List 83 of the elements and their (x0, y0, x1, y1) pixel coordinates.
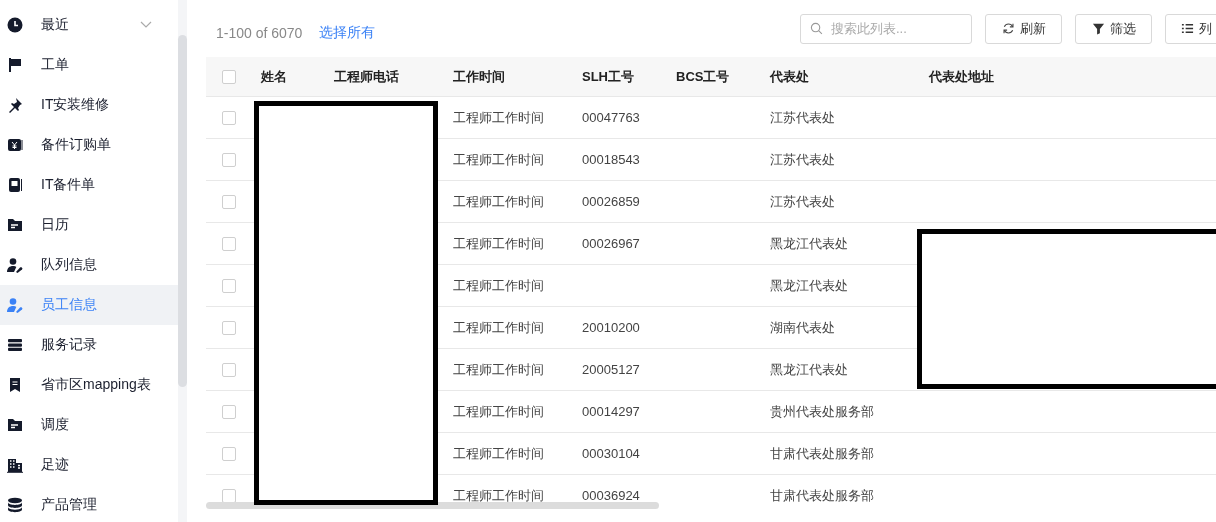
column-header[interactable]: 姓名 (250, 57, 323, 96)
row-checkbox[interactable] (222, 194, 236, 209)
table-cell: 工程师工作时间 (453, 150, 544, 169)
table-cell: 湖南代表处 (770, 318, 835, 337)
sidebar-item[interactable]: 队列信息 (0, 245, 178, 285)
table-cell: 黑龙江代表处 (770, 276, 848, 295)
select-all-link[interactable]: 选择所有 (319, 23, 376, 42)
bookmark-icon (7, 377, 23, 393)
folder-icon (7, 217, 23, 233)
columns-button[interactable]: 列 (1165, 13, 1216, 44)
table-cell: 工程师工作时间 (453, 318, 544, 337)
row-checkbox[interactable] (222, 320, 236, 335)
table-cell: 00026967 (582, 236, 640, 251)
record-count: 1-100 of 6070 (216, 24, 303, 41)
filter-icon (1091, 22, 1105, 35)
table-cell: 工程师工作时间 (453, 402, 544, 421)
table-cell: 甘肃代表处服务部 (770, 486, 874, 505)
column-header[interactable]: 代表处 (759, 57, 918, 96)
sidebar-item[interactable]: IT安装维修 (0, 85, 178, 125)
row-checkbox[interactable] (222, 152, 236, 167)
column-header[interactable]: BCS工号 (665, 57, 759, 96)
refresh-button[interactable]: 刷新 (985, 13, 1062, 44)
yen-card-icon (7, 137, 23, 153)
stack-icon (7, 337, 23, 353)
table-cell: 黑龙江代表处 (770, 234, 848, 253)
table-cell: 黑龙江代表处 (770, 360, 848, 379)
clock-icon (7, 17, 23, 33)
sidebar-item[interactable]: 备件订购单 (0, 125, 178, 165)
sidebar-item[interactable]: 最近 (0, 5, 178, 45)
table-cell: 工程师工作时间 (453, 486, 544, 505)
list-icon (1181, 22, 1194, 35)
table-cell: 20005127 (582, 362, 640, 377)
chevron-down-icon[interactable] (140, 21, 152, 29)
table-cell: 江苏代表处 (770, 108, 835, 127)
table-cell: 00030104 (582, 446, 640, 461)
column-header[interactable]: 工作时间 (442, 57, 571, 96)
table-cell: 甘肃代表处服务部 (770, 444, 874, 463)
sidebar-item[interactable]: IT备件单 (0, 165, 178, 205)
pin-icon (7, 97, 23, 113)
table-cell: 工程师工作时间 (453, 276, 544, 295)
sidebar-item[interactable]: 省市区mapping表 (0, 365, 178, 405)
table-cell: 20010200 (582, 320, 640, 335)
sidebar-item[interactable]: 调度 (0, 405, 178, 445)
row-checkbox[interactable] (222, 404, 236, 419)
table-cell: 工程师工作时间 (453, 108, 544, 127)
search-field[interactable]: 搜索此列表... (800, 13, 972, 44)
sidebar-item[interactable]: 工单 (0, 45, 178, 85)
table-cell: 工程师工作时间 (453, 360, 544, 379)
scrollbar[interactable] (178, 35, 187, 387)
table-cell: 工程师工作时间 (453, 234, 544, 253)
row-checkbox[interactable] (222, 110, 236, 125)
row-checkbox[interactable] (222, 236, 236, 251)
table-cell: 00018543 (582, 152, 640, 167)
sidebar-item[interactable]: 足迹 (0, 445, 178, 485)
folder-icon (7, 417, 23, 433)
select-all-checkbox[interactable] (222, 69, 236, 84)
column-header[interactable]: 代表处地址 (918, 57, 1118, 96)
column-header[interactable]: 工程师电话 (323, 57, 442, 96)
user-wrench-icon (7, 297, 23, 313)
table-cell: 00036924 (582, 488, 640, 503)
row-checkbox[interactable] (222, 446, 236, 461)
table-cell: 工程师工作时间 (453, 444, 544, 463)
database-icon (7, 497, 23, 513)
sidebar-item[interactable]: 服务记录 (0, 325, 178, 365)
tablet-icon (7, 177, 23, 193)
filter-button[interactable]: 筛选 (1075, 13, 1152, 44)
row-checkbox[interactable] (222, 362, 236, 377)
building-icon (7, 457, 23, 473)
table-cell: 00047763 (582, 110, 640, 125)
row-checkbox[interactable] (222, 278, 236, 293)
table-cell: 00014297 (582, 404, 640, 419)
table-cell: 江苏代表处 (770, 150, 835, 169)
sidebar-item[interactable]: 产品管理 (0, 485, 178, 522)
table-cell: 贵州代表处服务部 (770, 402, 874, 421)
table-cell: 工程师工作时间 (453, 192, 544, 211)
flag-icon (7, 57, 23, 73)
row-checkbox[interactable] (222, 488, 236, 503)
user-wrench-icon (7, 257, 23, 273)
table-cell: 江苏代表处 (770, 192, 835, 211)
table-cell: 00026859 (582, 194, 640, 209)
column-header[interactable]: SLH工号 (571, 57, 665, 96)
refresh-icon (1001, 22, 1015, 35)
sidebar-item[interactable]: 日历 (0, 205, 178, 245)
